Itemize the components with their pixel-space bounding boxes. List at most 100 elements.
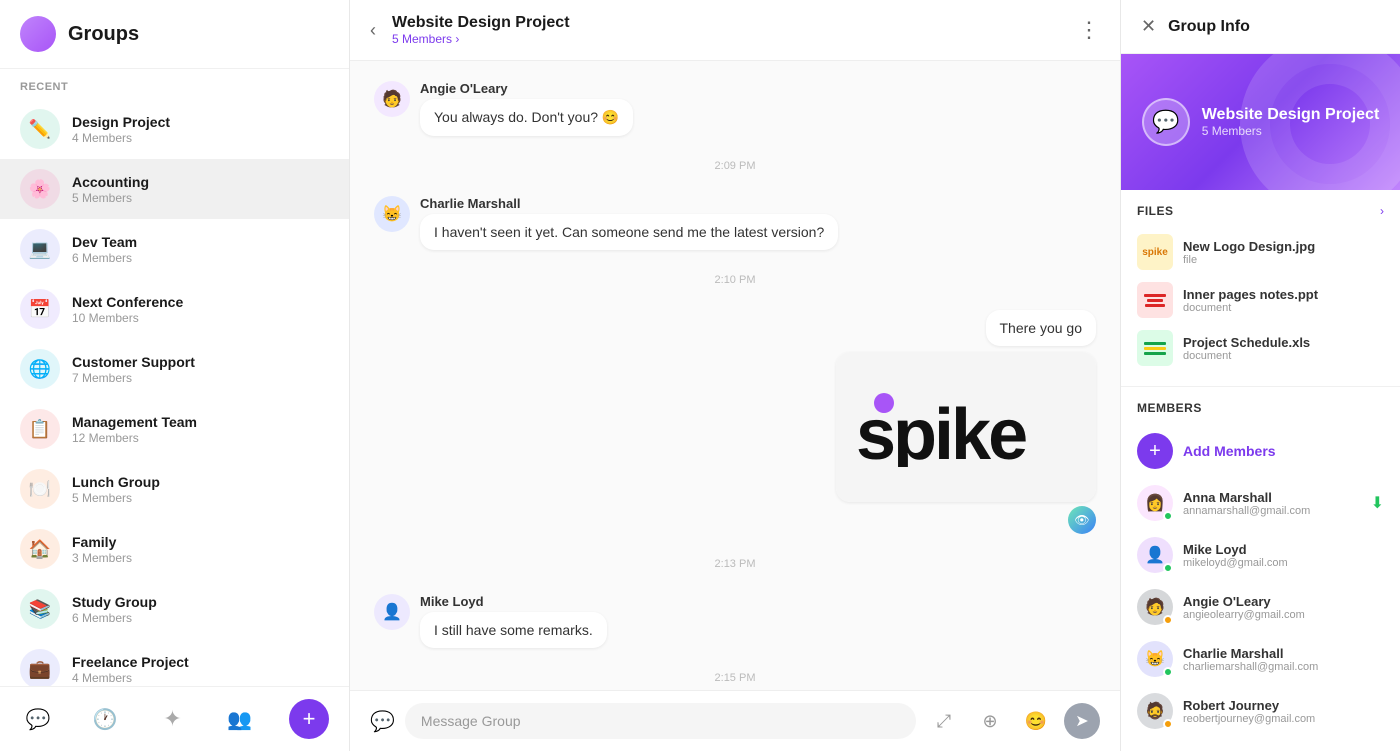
- file-info-3: Project Schedule.xls document: [1183, 335, 1310, 362]
- group-item-management-team[interactable]: 📋 Management Team 12 Members: [0, 399, 349, 459]
- member-email: annamarshall@gmail.com: [1183, 505, 1361, 517]
- member-name: Angie O'Leary: [1183, 594, 1384, 609]
- group-members: 6 Members: [72, 611, 329, 625]
- info-close-button[interactable]: ✕: [1141, 16, 1156, 37]
- message-sender: Angie O'Leary: [420, 81, 633, 96]
- file-item-2[interactable]: Inner pages notes.ppt document: [1137, 276, 1384, 324]
- group-info: Lunch Group 5 Members: [72, 474, 329, 505]
- online-status: [1163, 719, 1173, 729]
- member-item-4[interactable]: 🧔 Robert Journey reobertjourney@gmail.co…: [1137, 685, 1384, 737]
- group-item-study-group[interactable]: 📚 Study Group 6 Members: [0, 579, 349, 639]
- expand-icon[interactable]: ⤢: [926, 703, 962, 739]
- nav-recent[interactable]: 🕐: [87, 701, 123, 737]
- group-item-accounting[interactable]: 🌸 Accounting 5 Members: [0, 159, 349, 219]
- nav-messages[interactable]: 💬: [20, 701, 56, 737]
- member-info: Anna Marshall annamarshall@gmail.com: [1183, 490, 1361, 517]
- spike-logo-svg: spike: [856, 387, 1076, 467]
- member-item-1[interactable]: 👤 Mike Loyd mikeloyd@gmail.com: [1137, 529, 1384, 581]
- file-type: document: [1183, 350, 1310, 362]
- add-members-button[interactable]: + Add Members: [1137, 425, 1384, 477]
- member-avatar: 👤: [1137, 537, 1173, 573]
- group-avatar: 🌐: [20, 349, 60, 389]
- file-item-3[interactable]: Project Schedule.xls document: [1137, 324, 1384, 372]
- file-name: Project Schedule.xls: [1183, 335, 1310, 350]
- member-name: Mike Loyd: [1183, 542, 1384, 557]
- group-members: 4 Members: [72, 671, 329, 685]
- group-name: Customer Support: [72, 354, 329, 370]
- group-info: Customer Support 7 Members: [72, 354, 329, 385]
- message-time: 2:10 PM: [374, 274, 1096, 286]
- sidebar-header: Groups: [0, 0, 349, 69]
- message-time: 2:09 PM: [374, 160, 1096, 172]
- spike-logo-area: spike: [836, 352, 1096, 502]
- online-status: [1163, 667, 1173, 677]
- group-item-family[interactable]: 🏠 Family 3 Members: [0, 519, 349, 579]
- group-members: 4 Members: [72, 131, 329, 145]
- member-email: charliemarshall@gmail.com: [1183, 661, 1384, 673]
- file-name: Inner pages notes.ppt: [1183, 287, 1318, 302]
- chat-members-count[interactable]: 5 Members ›: [392, 32, 1066, 46]
- member-item-0[interactable]: 👩 Anna Marshall annamarshall@gmail.com ⬇: [1137, 477, 1384, 529]
- emoji-icon[interactable]: 😊: [1018, 703, 1054, 739]
- member-info: Angie O'Leary angieolearry@gmail.com: [1183, 594, 1384, 621]
- bottom-nav: 💬 🕐 ✦ 👥 +: [0, 686, 349, 751]
- member-email: mikeloyd@gmail.com: [1183, 557, 1384, 569]
- file-thumb-xls: [1137, 330, 1173, 366]
- group-item-dev-team[interactable]: 💻 Dev Team 6 Members: [0, 219, 349, 279]
- group-name: Design Project: [72, 114, 329, 130]
- nav-contacts[interactable]: 👥: [222, 701, 258, 737]
- mike-avatar: 👤: [374, 594, 410, 630]
- message-time: 2:15 PM: [374, 672, 1096, 684]
- member-email: angieolearry@gmail.com: [1183, 609, 1384, 621]
- banner-group-name: Website Design Project: [1202, 106, 1380, 124]
- member-item-3[interactable]: 😸 Charlie Marshall charliemarshall@gmail…: [1137, 633, 1384, 685]
- message-bubble: Mike Loyd I still have some remarks.: [420, 594, 607, 648]
- message-sender: Charlie Marshall: [420, 196, 838, 211]
- chat-more-button[interactable]: ⋮: [1078, 17, 1100, 43]
- chat-panel: ‹ Website Design Project 5 Members › ⋮ 🧑…: [350, 0, 1120, 751]
- group-members: 6 Members: [72, 251, 329, 265]
- send-button[interactable]: ➤: [1064, 703, 1100, 739]
- group-item-customer-support[interactable]: 🌐 Customer Support 7 Members: [0, 339, 349, 399]
- group-info: Family 3 Members: [72, 534, 329, 565]
- chat-header-info: Website Design Project 5 Members ›: [392, 14, 1066, 46]
- files-header: FILES ›: [1137, 204, 1384, 218]
- member-avatar: 👩: [1137, 485, 1173, 521]
- group-item-freelance-project[interactable]: 💼 Freelance Project 4 Members: [0, 639, 349, 686]
- back-button[interactable]: ‹: [370, 20, 376, 41]
- message-text: I haven't seen it yet. Can someone send …: [420, 214, 838, 250]
- online-status: [1163, 563, 1173, 573]
- group-members: 3 Members: [72, 551, 329, 565]
- message-4: 👤 Mike Loyd I still have some remarks.: [374, 594, 1096, 648]
- angie-avatar: 🧑: [374, 81, 410, 117]
- group-info: Next Conference 10 Members: [72, 294, 329, 325]
- group-avatar: 📅: [20, 289, 60, 329]
- nav-apps[interactable]: ✦: [155, 701, 191, 737]
- files-arrow[interactable]: ›: [1380, 204, 1384, 218]
- banner-avatar: 💬: [1142, 98, 1190, 146]
- download-arrow: ⬇: [1371, 493, 1384, 513]
- group-name: Study Group: [72, 594, 329, 610]
- group-list: ✏️ Design Project 4 Members 🌸 Accounting…: [0, 99, 349, 686]
- banner-info: Website Design Project 5 Members: [1202, 106, 1380, 138]
- file-info-1: New Logo Design.jpg file: [1183, 239, 1315, 266]
- message-input[interactable]: Message Group: [405, 703, 916, 739]
- group-name: Management Team: [72, 414, 329, 430]
- group-avatar: 🌸: [20, 169, 60, 209]
- message-sender: Mike Loyd: [420, 594, 607, 609]
- add-icon: +: [1137, 433, 1173, 469]
- group-banner: 💬 Website Design Project 5 Members: [1121, 54, 1400, 190]
- file-info-2: Inner pages notes.ppt document: [1183, 287, 1318, 314]
- group-item-lunch-group[interactable]: 🍽️ Lunch Group 5 Members: [0, 459, 349, 519]
- member-avatar: 😸: [1137, 641, 1173, 677]
- chat-group-name: Website Design Project: [392, 14, 1066, 32]
- chat-header: ‹ Website Design Project 5 Members › ⋮: [350, 0, 1120, 61]
- file-item-1[interactable]: spike New Logo Design.jpg file: [1137, 228, 1384, 276]
- group-item-next-conference[interactable]: 📅 Next Conference 10 Members: [0, 279, 349, 339]
- nav-add-button[interactable]: +: [289, 699, 329, 739]
- member-item-2[interactable]: 🧑 Angie O'Leary angieolearry@gmail.com: [1137, 581, 1384, 633]
- member-info: Mike Loyd mikeloyd@gmail.com: [1183, 542, 1384, 569]
- group-info: Accounting 5 Members: [72, 174, 329, 205]
- group-item-design-project[interactable]: ✏️ Design Project 4 Members: [0, 99, 349, 159]
- attach-icon[interactable]: ⊕: [972, 703, 1008, 739]
